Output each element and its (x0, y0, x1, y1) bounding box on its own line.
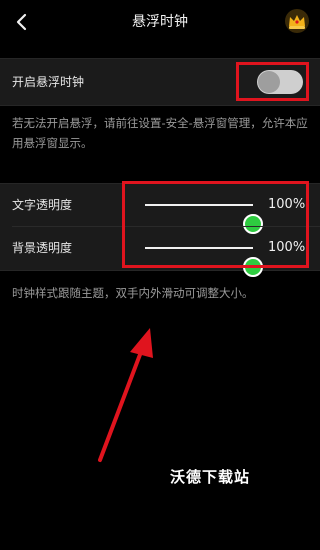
opacity-panel: 文字透明度 100% 背景透明度 100% (0, 183, 320, 277)
background-opacity-value: 100% (268, 240, 306, 255)
background-opacity-label: 背景透明度 (12, 241, 73, 255)
watermark-text: 沃德下载站 (170, 468, 251, 486)
slider-thumb[interactable] (243, 257, 263, 277)
float-clock-row: 开启悬浮时钟 (0, 58, 320, 106)
text-opacity-label: 文字透明度 (12, 198, 73, 212)
back-button[interactable] (8, 8, 36, 36)
chevron-left-icon (16, 13, 27, 31)
toggle-knob (258, 71, 280, 93)
style-hint: 时钟样式跟随主题，双手内外滑动可调整大小。 (12, 286, 254, 300)
top-bar: 悬浮时钟 (0, 0, 320, 44)
page-title: 悬浮时钟 (132, 14, 188, 30)
slider-fill (145, 204, 253, 206)
background-opacity-slider[interactable] (145, 247, 263, 277)
crown-icon (285, 9, 309, 33)
text-opacity-value: 100% (268, 197, 306, 212)
float-clock-label: 开启悬浮时钟 (12, 75, 85, 89)
text-opacity-slider[interactable] (145, 204, 263, 234)
text-opacity-row: 文字透明度 100% (0, 184, 320, 234)
slider-fill (145, 247, 253, 249)
vip-button[interactable] (284, 8, 310, 34)
float-clock-toggle[interactable] (257, 70, 303, 94)
permission-hint: 若无法开启悬浮，请前往设置-安全-悬浮窗管理，允许本应用悬浮窗显示。 (12, 116, 308, 150)
background-opacity-row: 背景透明度 100% (0, 227, 320, 277)
